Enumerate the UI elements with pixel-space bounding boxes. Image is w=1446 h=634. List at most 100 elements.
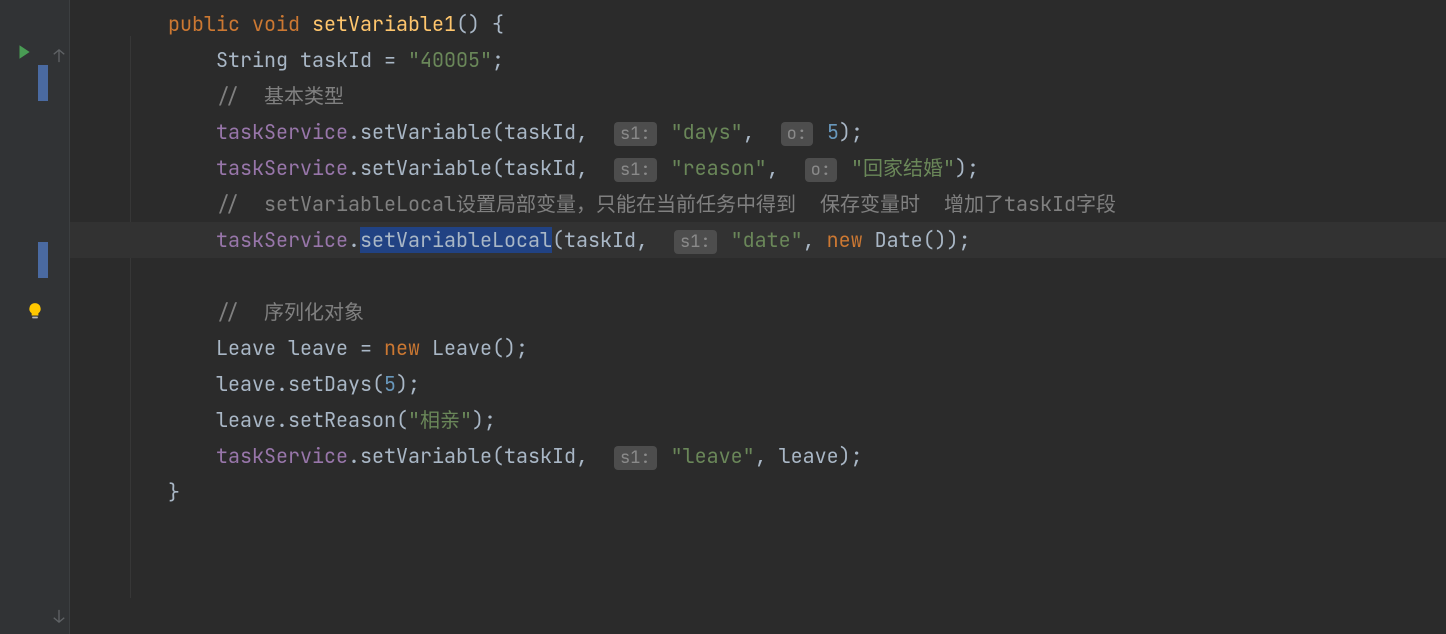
identifier: taskId	[564, 227, 636, 253]
keyword-new: new	[827, 227, 863, 253]
string-literal: "回家结婚"	[839, 155, 955, 181]
intention-bulb-icon[interactable]	[26, 295, 44, 331]
punctuation: );	[472, 407, 496, 433]
punctuation: (	[396, 407, 408, 433]
code-line[interactable]: // 序列化对象	[70, 294, 1446, 330]
comment: // setVariableLocal设置局部变量，只能在当前任务中得到 保存变…	[216, 191, 1116, 217]
type: String	[216, 47, 288, 73]
field-reference: taskService	[216, 227, 348, 253]
punctuation: ,	[576, 119, 600, 145]
string-literal: "date"	[719, 227, 803, 253]
punctuation: ();	[492, 335, 528, 361]
code-line[interactable]: taskService.setVariable(taskId, s1: "lea…	[70, 438, 1446, 474]
change-marker	[38, 242, 48, 278]
code-line[interactable]: public void setVariable1() {	[70, 6, 1446, 42]
code-line-current[interactable]: taskService.setVariableLocal(taskId, s1:…	[70, 222, 1446, 258]
punctuation: ()	[456, 11, 480, 37]
parameter-hint: s1:	[674, 230, 717, 254]
comment: // 基本类型	[216, 83, 344, 109]
string-literal: "相亲"	[408, 407, 472, 433]
editor-gutter	[0, 0, 70, 634]
string-literal: "leave"	[659, 443, 755, 469]
code-line[interactable]: taskService.setVariable(taskId, s1: "rea…	[70, 150, 1446, 186]
code-line[interactable]: leave.setDays(5);	[70, 366, 1446, 402]
punctuation: ,	[636, 227, 660, 253]
code-editor[interactable]: @Test public void setVariable1() { Strin…	[70, 0, 1446, 634]
identifier: taskId	[504, 119, 576, 145]
code-line[interactable]: // 基本类型	[70, 78, 1446, 114]
type: Leave	[420, 335, 492, 361]
field-reference: taskService	[216, 155, 348, 181]
number-literal: 5	[815, 119, 839, 145]
run-test-icon[interactable]	[15, 36, 33, 72]
punctuation: ());	[923, 227, 971, 253]
parameter-hint: o:	[781, 122, 813, 146]
punctuation: );	[839, 443, 863, 469]
method-call: setVariable	[360, 119, 492, 145]
operator: =	[372, 47, 408, 73]
type: Date	[863, 227, 923, 253]
string-literal: "days"	[659, 119, 743, 145]
punctuation: );	[839, 119, 863, 145]
punctuation: .	[348, 155, 360, 181]
keyword-new: new	[384, 335, 420, 361]
punctuation: ,	[767, 155, 791, 181]
code-line[interactable]: }	[70, 474, 1446, 510]
punctuation: {	[480, 11, 504, 37]
punctuation: );	[955, 155, 979, 181]
punctuation: ,	[743, 119, 767, 145]
punctuation: );	[396, 371, 420, 397]
change-marker	[38, 65, 48, 101]
parameter-hint: s1:	[614, 158, 657, 182]
method-declaration: setVariable1	[312, 11, 456, 37]
selected-text: setVariableLocal	[360, 227, 552, 253]
code-line[interactable]: taskService.setVariable(taskId, s1: "day…	[70, 114, 1446, 150]
punctuation: .	[348, 443, 360, 469]
keyword-public: public	[168, 11, 240, 37]
identifier: leave	[216, 371, 276, 397]
method-call: setDays	[288, 371, 372, 397]
punctuation: .	[276, 371, 288, 397]
identifier: leave	[276, 335, 348, 361]
comment: // 序列化对象	[216, 299, 364, 325]
operator: =	[348, 335, 384, 361]
code-line-empty[interactable]	[70, 258, 1446, 294]
punctuation: ;	[492, 47, 504, 73]
punctuation: ,	[803, 227, 827, 253]
string-literal: "40005"	[408, 47, 492, 73]
punctuation: .	[348, 227, 360, 253]
field-reference: taskService	[216, 119, 348, 145]
type: Leave	[216, 335, 276, 361]
method-call: setVariable	[360, 443, 492, 469]
punctuation: ,	[576, 443, 600, 469]
punctuation: ,	[755, 443, 779, 469]
identifier: taskId	[504, 155, 576, 181]
method-call: setReason	[288, 407, 396, 433]
fold-collapse-icon[interactable]	[52, 38, 66, 74]
parameter-hint: o:	[805, 158, 837, 182]
field-reference: taskService	[216, 443, 348, 469]
identifier: taskId	[504, 443, 576, 469]
parameter-hint: s1:	[614, 446, 657, 470]
string-literal: "reason"	[659, 155, 767, 181]
code-line[interactable]: String taskId = "40005";	[70, 42, 1446, 78]
punctuation: ,	[576, 155, 600, 181]
punctuation: (	[492, 155, 504, 181]
number-literal: 5	[384, 371, 396, 397]
identifier: leave	[779, 443, 839, 469]
punctuation: .	[348, 119, 360, 145]
code-line[interactable]: leave.setReason("相亲");	[70, 402, 1446, 438]
fold-expand-icon[interactable]	[52, 598, 66, 634]
punctuation: (	[552, 227, 564, 253]
punctuation: }	[168, 479, 180, 505]
identifier: taskId	[300, 47, 372, 73]
keyword-void: void	[252, 11, 300, 37]
identifier: leave	[216, 407, 276, 433]
code-line[interactable]: Leave leave = new Leave();	[70, 330, 1446, 366]
punctuation: (	[492, 119, 504, 145]
parameter-hint: s1:	[614, 122, 657, 146]
method-call: setVariable	[360, 155, 492, 181]
code-line[interactable]: // setVariableLocal设置局部变量，只能在当前任务中得到 保存变…	[70, 186, 1446, 222]
punctuation: .	[276, 407, 288, 433]
punctuation: (	[372, 371, 384, 397]
